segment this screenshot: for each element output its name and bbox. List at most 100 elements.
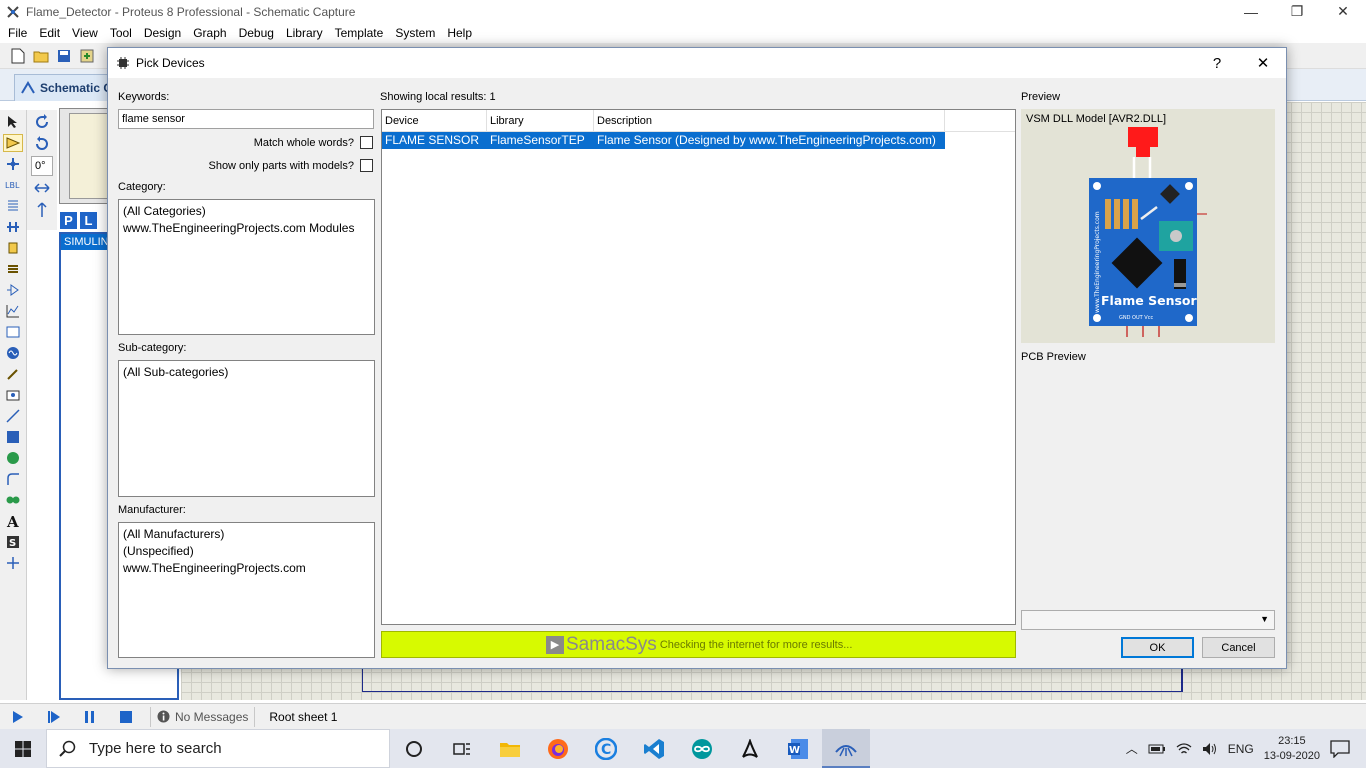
menu-system[interactable]: System xyxy=(389,26,441,40)
keywords-label: Keywords: xyxy=(118,91,170,103)
menu-edit[interactable]: Edit xyxy=(33,26,66,40)
selection-mode-icon[interactable] xyxy=(3,113,23,131)
restore-button[interactable]: ❐ xyxy=(1274,0,1320,23)
list-item[interactable]: (All Categories) xyxy=(123,203,370,220)
menu-library[interactable]: Library xyxy=(280,26,329,40)
arc-tool-icon[interactable] xyxy=(3,470,23,488)
bus-icon[interactable] xyxy=(3,218,23,236)
pause-button[interactable] xyxy=(72,705,108,729)
mirror-horizontal-icon[interactable] xyxy=(31,178,53,198)
subcategory-list[interactable]: (All Sub-categories) xyxy=(118,360,375,497)
start-button[interactable] xyxy=(0,729,46,768)
list-item[interactable]: (All Manufacturers) xyxy=(123,526,370,543)
line-tool-icon[interactable] xyxy=(3,407,23,425)
menu-debug[interactable]: Debug xyxy=(233,26,280,40)
column-header-device[interactable]: Device xyxy=(382,110,487,131)
text-script-icon[interactable] xyxy=(3,197,23,215)
task-view-icon[interactable] xyxy=(438,729,486,768)
junction-icon[interactable] xyxy=(3,155,23,173)
step-button[interactable] xyxy=(36,705,72,729)
cancel-button[interactable]: Cancel xyxy=(1202,637,1275,658)
list-item[interactable]: (Unspecified) xyxy=(123,543,370,560)
circle-tool-icon[interactable] xyxy=(3,449,23,467)
terminals-icon[interactable] xyxy=(3,260,23,278)
menu-help[interactable]: Help xyxy=(441,26,478,40)
firefox-icon[interactable] xyxy=(534,729,582,768)
keywords-input[interactable] xyxy=(118,109,374,129)
pcb-package-select[interactable]: ▼ xyxy=(1021,610,1275,630)
angle-field[interactable]: 0° xyxy=(31,156,53,176)
rotate-clockwise-icon[interactable] xyxy=(31,112,53,132)
arduino-icon[interactable] xyxy=(678,729,726,768)
box-tool-icon[interactable] xyxy=(3,428,23,446)
path-tool-icon[interactable] xyxy=(3,491,23,509)
windows-taskbar: Type here to search C W ︿ ENG 23:15 13-0… xyxy=(0,729,1366,768)
symbol-tool-icon[interactable]: S xyxy=(3,533,23,551)
new-file-icon[interactable] xyxy=(8,46,28,66)
tape-recorder-icon[interactable] xyxy=(3,323,23,341)
table-row[interactable]: FLAME SENSOR FlameSensorTEP Flame Sensor… xyxy=(382,132,945,149)
play-button[interactable] xyxy=(0,705,36,729)
browser-c-icon[interactable]: C xyxy=(582,729,630,768)
close-button[interactable]: ✕ xyxy=(1320,0,1366,23)
rotate-anticlockwise-icon[interactable] xyxy=(31,134,53,154)
menubar: File Edit View Tool Design Graph Debug L… xyxy=(0,23,1366,43)
vscode-icon[interactable] xyxy=(630,729,678,768)
tray-expand-icon[interactable]: ︿ xyxy=(1126,740,1138,757)
match-whole-words-checkbox[interactable] xyxy=(360,136,373,149)
dialog-help-button[interactable]: ? xyxy=(1194,48,1240,78)
menu-file[interactable]: File xyxy=(2,26,33,40)
pick-device-button[interactable]: P xyxy=(60,212,77,229)
pdf-reader-icon[interactable] xyxy=(726,729,774,768)
taskbar-search[interactable]: Type here to search xyxy=(46,729,390,768)
battery-icon[interactable] xyxy=(1148,743,1166,755)
wifi-icon[interactable] xyxy=(1176,742,1192,756)
menu-design[interactable]: Design xyxy=(138,26,187,40)
stop-button[interactable] xyxy=(108,705,144,729)
probe-icon[interactable] xyxy=(3,365,23,383)
component-mode-icon[interactable] xyxy=(3,134,23,152)
mirror-vertical-icon[interactable] xyxy=(31,200,53,220)
dialog-close-button[interactable]: ✕ xyxy=(1240,48,1286,78)
pick-devices-dialog: Pick Devices ? ✕ Keywords: Match whole w… xyxy=(107,47,1287,669)
cortana-icon[interactable] xyxy=(390,729,438,768)
list-item[interactable]: (All Sub-categories) xyxy=(123,364,370,381)
messages-label: No Messages xyxy=(175,709,249,724)
clock[interactable]: 23:15 13-09-2020 xyxy=(1264,734,1320,764)
results-table[interactable]: Device Library Description FLAME SENSOR … xyxy=(381,109,1016,625)
volume-icon[interactable] xyxy=(1202,742,1218,756)
import-icon[interactable] xyxy=(77,46,97,66)
list-item[interactable]: www.TheEngineeringProjects.com xyxy=(123,560,370,577)
column-header-description[interactable]: Description xyxy=(594,110,945,131)
save-icon[interactable] xyxy=(54,46,74,66)
category-list[interactable]: (All Categories) www.TheEngineeringProje… xyxy=(118,199,375,335)
ok-button[interactable]: OK xyxy=(1121,637,1194,658)
subcircuit-icon[interactable] xyxy=(3,239,23,257)
instrument-icon[interactable] xyxy=(3,386,23,404)
list-item[interactable]: www.TheEngineeringProjects.com Modules xyxy=(123,220,370,237)
minimize-button[interactable]: — xyxy=(1228,0,1274,23)
proteus-app-icon xyxy=(7,5,19,18)
samacsys-banner[interactable]: ▶ SamacSys Checking the internet for mor… xyxy=(381,631,1016,658)
proteus-taskbar-icon[interactable] xyxy=(822,729,870,768)
messages-indicator[interactable]: No Messages xyxy=(157,710,248,724)
generator-icon[interactable] xyxy=(3,344,23,362)
wire-label-icon[interactable]: LBL xyxy=(3,176,23,194)
graph-icon[interactable] xyxy=(3,302,23,320)
menu-template[interactable]: Template xyxy=(329,26,390,40)
marker-tool-icon[interactable] xyxy=(3,554,23,572)
notification-center-icon[interactable] xyxy=(1330,739,1350,758)
menu-view[interactable]: View xyxy=(66,26,104,40)
open-folder-icon[interactable] xyxy=(31,46,51,66)
file-explorer-icon[interactable] xyxy=(486,729,534,768)
text-tool-icon[interactable]: A xyxy=(3,512,23,530)
library-manager-button[interactable]: L xyxy=(80,212,97,229)
word-icon[interactable]: W xyxy=(774,729,822,768)
language-indicator[interactable]: ENG xyxy=(1228,742,1254,756)
menu-tool[interactable]: Tool xyxy=(104,26,138,40)
show-only-models-checkbox[interactable] xyxy=(360,159,373,172)
column-header-library[interactable]: Library xyxy=(487,110,594,131)
manufacturer-list[interactable]: (All Manufacturers) (Unspecified) www.Th… xyxy=(118,522,375,658)
device-pins-icon[interactable] xyxy=(3,281,23,299)
menu-graph[interactable]: Graph xyxy=(187,26,232,40)
